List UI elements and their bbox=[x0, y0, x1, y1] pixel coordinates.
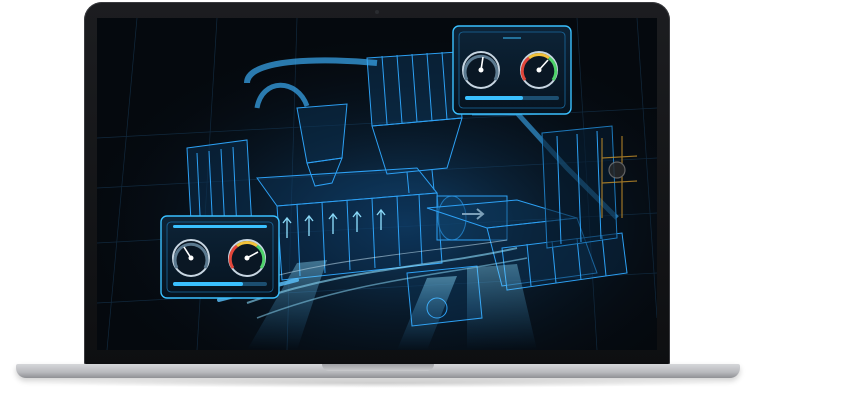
hologram-illustration bbox=[97, 18, 657, 350]
dashboard-panel-top-right bbox=[452, 25, 572, 115]
laptop-screen bbox=[97, 18, 657, 350]
laptop-scene bbox=[0, 0, 842, 404]
gauge-icon bbox=[228, 239, 266, 277]
gauge-icon bbox=[172, 239, 210, 277]
laptop-opening-notch bbox=[322, 364, 434, 371]
laptop-shadow bbox=[30, 378, 730, 388]
dashboard-panel-bottom-left bbox=[160, 215, 280, 299]
gauge-icon bbox=[520, 51, 558, 89]
webcam bbox=[375, 10, 379, 14]
gauge-icon bbox=[462, 51, 500, 89]
